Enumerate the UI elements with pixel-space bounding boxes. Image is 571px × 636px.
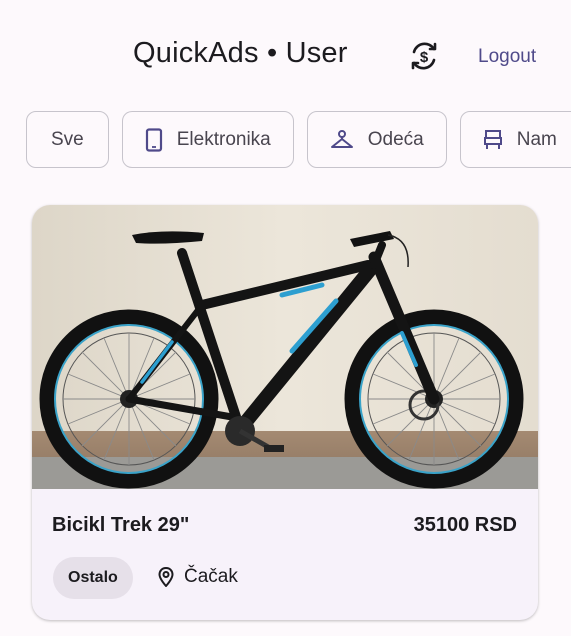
listing-card[interactable]: Bicikl Trek 29" 35100 RSD Ostalo Čačak — [32, 205, 538, 620]
svg-text:$: $ — [420, 49, 429, 66]
smartphone-icon — [145, 127, 162, 152]
chip-label: Elektronika — [176, 128, 271, 150]
chip-label: Sve — [51, 128, 84, 150]
hanger-icon — [330, 129, 353, 148]
category-badge: Ostalo — [53, 557, 133, 599]
category-chip-odeca[interactable]: Odeća — [306, 111, 447, 168]
location-label: Čačak — [184, 566, 238, 587]
currency-exchange-icon: $ — [411, 42, 437, 70]
category-chip-all[interactable]: Sve — [26, 111, 109, 168]
furniture-icon — [483, 129, 502, 149]
listing-location: Čačak — [158, 566, 238, 588]
switch-mode-button[interactable]: $ — [404, 36, 444, 76]
page-title: QuickAds • User — [133, 37, 348, 69]
listing-price: 35100 RSD — [413, 514, 517, 536]
mountain-bike-photo — [32, 205, 538, 489]
listing-title: Bicikl Trek 29" — [52, 514, 190, 536]
logout-button[interactable]: Logout — [478, 46, 536, 68]
location-pin-icon — [158, 567, 174, 587]
category-filter-bar: Sve Elektronika Odeća Nam — [26, 111, 571, 169]
category-chip-namestaj[interactable]: Nam — [459, 111, 571, 168]
chip-label: Odeća — [367, 128, 424, 150]
app-bar: QuickAds • User $ Logout — [0, 0, 571, 108]
chip-label: Nam — [516, 128, 557, 150]
category-chip-elektronika[interactable]: Elektronika — [121, 111, 294, 168]
